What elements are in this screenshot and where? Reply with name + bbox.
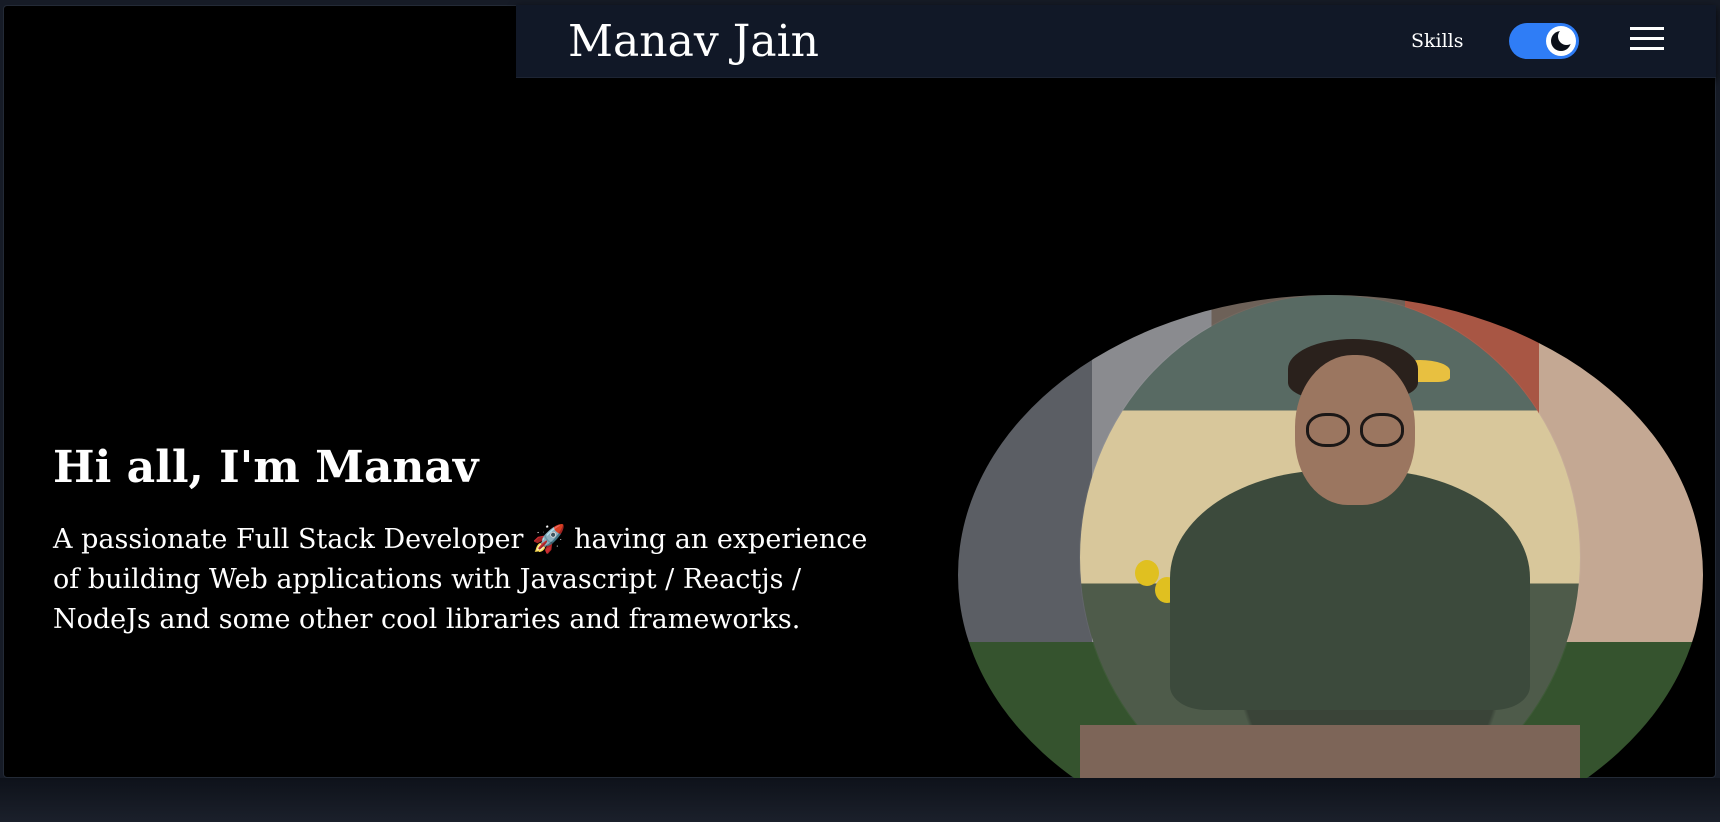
hamburger-menu-icon[interactable] <box>1630 25 1664 53</box>
profile-photo-area <box>958 295 1703 778</box>
hero-greeting: Hi all, I'm Manav <box>53 442 479 493</box>
nav-link-skills[interactable]: Skills <box>1411 28 1464 54</box>
hero-intro: A passionate Full Stack Developer 🚀 havi… <box>53 524 868 635</box>
site-logo[interactable]: Manav Jain <box>568 16 819 68</box>
page-bottom <box>0 778 1720 822</box>
theme-toggle[interactable] <box>1509 23 1579 59</box>
site-header: Manav Jain Skills <box>516 5 1716 78</box>
moon-icon <box>1551 28 1575 51</box>
toggle-knob <box>1546 26 1576 56</box>
